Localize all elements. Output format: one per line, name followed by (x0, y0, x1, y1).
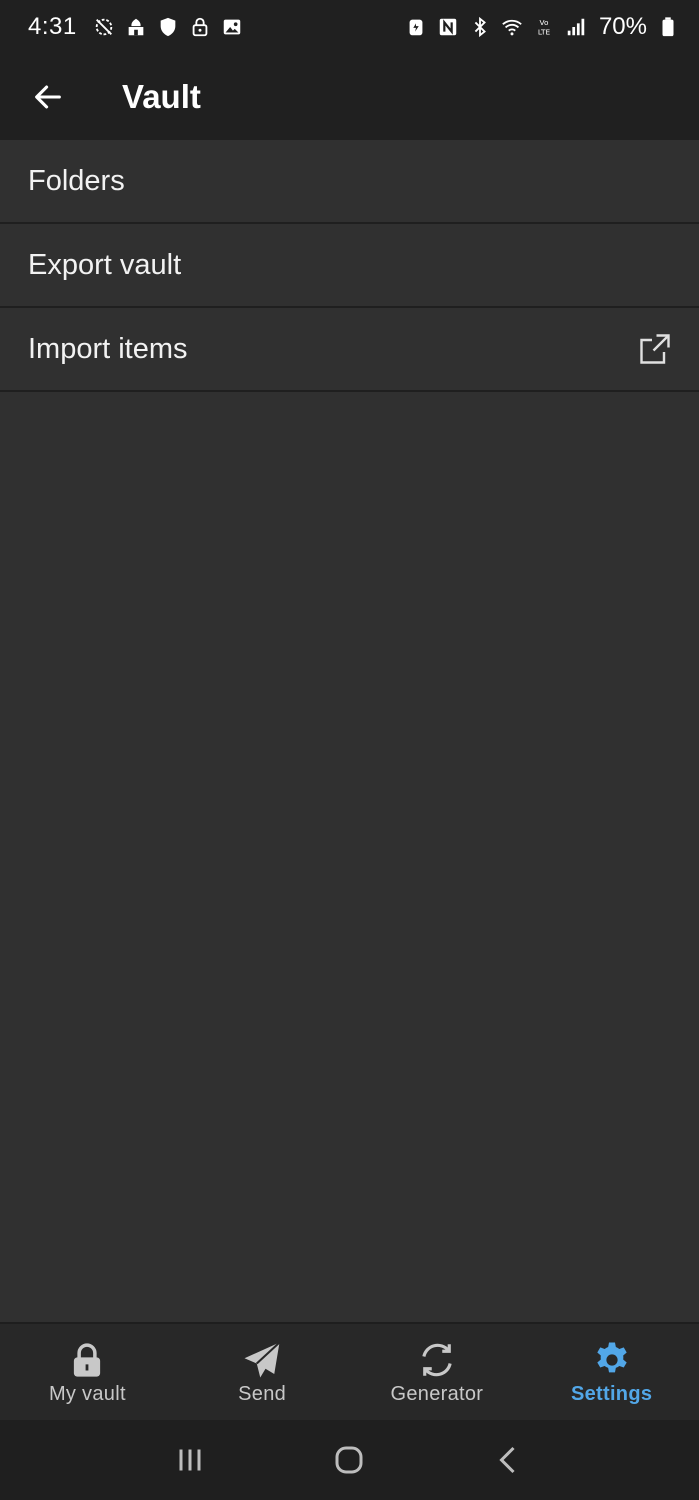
chevron-left-icon (499, 1446, 515, 1474)
image-icon (221, 16, 243, 38)
list-item-label: Export vault (28, 248, 182, 281)
tab-label: Generator (390, 1382, 484, 1405)
lock-icon (66, 1339, 108, 1381)
system-back-button[interactable] (489, 1440, 529, 1480)
tab-send[interactable]: Send (175, 1324, 350, 1420)
signal-icon (565, 16, 587, 38)
external-link-icon (637, 331, 673, 367)
bluetooth-icon (469, 16, 491, 38)
clock-off-icon (93, 16, 115, 38)
system-navigation-bar (0, 1420, 699, 1500)
status-time: 4:31 (28, 13, 77, 40)
svg-text:LTE: LTE (538, 27, 551, 36)
status-bar-left: 4:31 (28, 13, 243, 41)
tab-label: Send (238, 1382, 287, 1405)
list-item-export-vault[interactable]: Export vault (0, 224, 699, 308)
list-item-label: Import items (28, 332, 188, 365)
lock-icon (189, 16, 211, 38)
page-title: Vault (122, 78, 201, 115)
list-item-folders[interactable]: Folders (0, 140, 699, 224)
home-icon (335, 1446, 363, 1474)
recent-apps-icon (179, 1449, 201, 1471)
bottom-tab-bar: My vault Send Generator Settings (0, 1322, 699, 1420)
app-bar: Vault (0, 54, 699, 140)
gear-icon (591, 1339, 633, 1381)
tab-label: Settings (570, 1382, 653, 1405)
mosque-icon (125, 16, 147, 38)
tab-generator[interactable]: Generator (350, 1324, 525, 1420)
arrow-left-icon (35, 85, 61, 109)
svg-text:Vo: Vo (539, 18, 548, 27)
battery-icon (657, 16, 679, 38)
volte-icon: Vo LTE (533, 16, 555, 38)
status-bar: 4:31 Vo LTE 70% (0, 0, 699, 54)
list-item-import-items[interactable]: Import items (0, 308, 699, 392)
battery-percentage: 70% (598, 13, 647, 40)
paper-plane-icon (241, 1339, 283, 1381)
refresh-icon (416, 1339, 458, 1381)
nfc-icon (437, 16, 459, 38)
list-item-label: Folders (28, 164, 125, 197)
tab-label: My vault (48, 1382, 126, 1405)
wifi-icon (501, 16, 523, 38)
recent-apps-button[interactable] (170, 1440, 210, 1480)
battery-saver-icon (405, 16, 427, 38)
tab-settings[interactable]: Settings (524, 1324, 699, 1420)
status-bar-right: Vo LTE 70% (405, 13, 679, 41)
shield-icon (157, 16, 179, 38)
vault-settings-list: Folders Export vault Import items (0, 140, 699, 392)
back-button[interactable] (28, 77, 68, 117)
tab-my-vault[interactable]: My vault (0, 1324, 175, 1420)
home-button[interactable] (329, 1440, 369, 1480)
